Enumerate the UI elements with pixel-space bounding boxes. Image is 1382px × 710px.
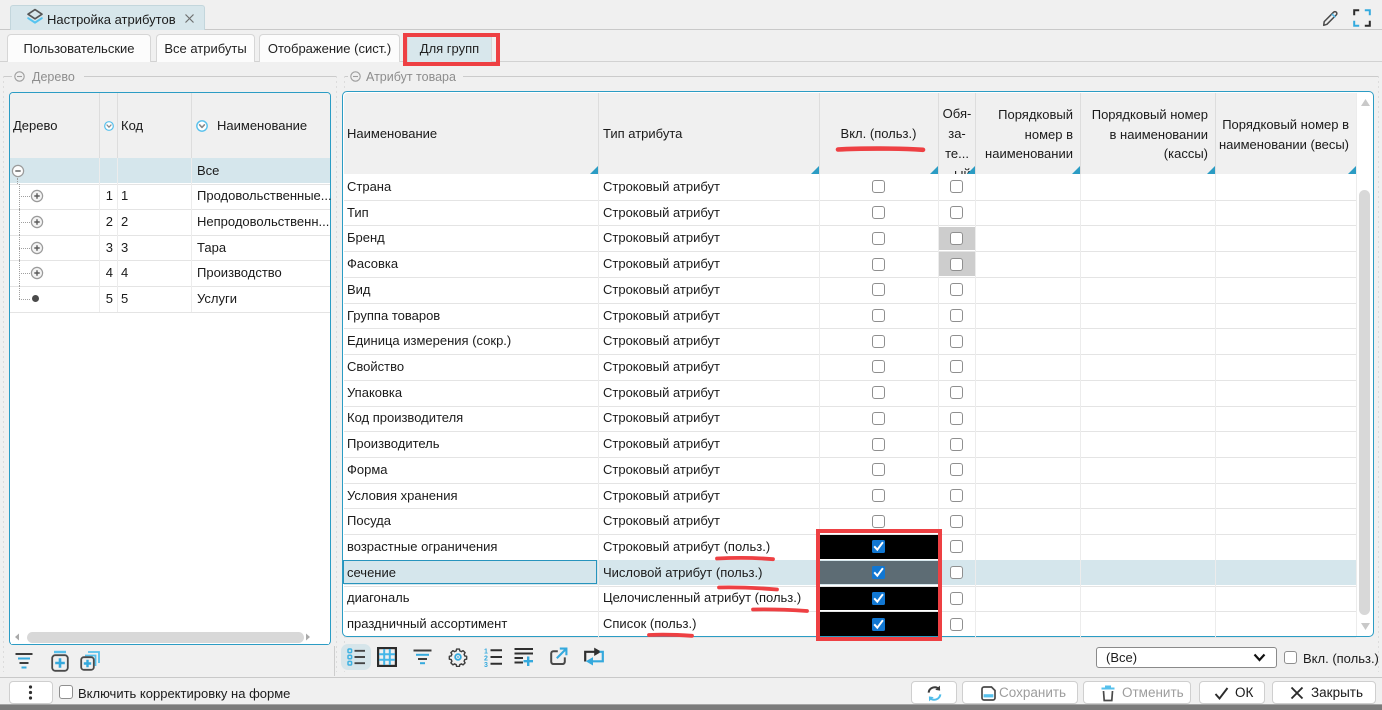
svg-text:1: 1 bbox=[484, 649, 488, 656]
svg-text:3: 3 bbox=[484, 662, 488, 667]
